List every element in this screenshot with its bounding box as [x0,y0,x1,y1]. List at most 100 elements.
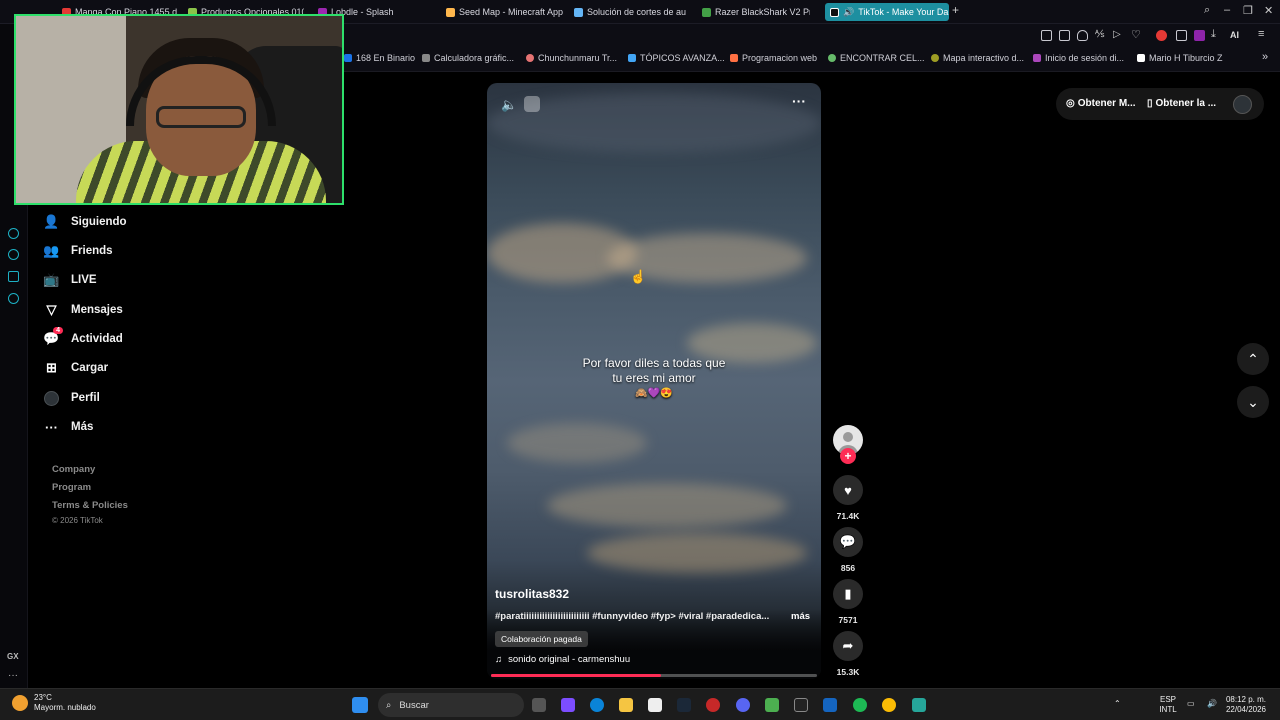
file-explorer-icon[interactable] [619,698,633,712]
bookmark-favicon-icon [1137,54,1145,62]
translate-icon[interactable]: ⅍ [1095,29,1106,40]
bookmark-item[interactable]: Programacion web [730,53,817,63]
minecraft-icon[interactable] [765,698,779,712]
nav-actividad[interactable]: 💬 4 Actividad [43,326,123,350]
task-view-icon[interactable] [532,698,546,712]
extensions-sidebar-icon[interactable] [8,271,19,282]
play-icon[interactable]: ▷ [1113,29,1124,40]
network-icon[interactable]: ▭ [1187,699,1195,709]
settings-icon[interactable] [8,293,19,304]
avatar-head [843,432,853,442]
tab-favicon-icon [574,7,583,17]
copilot-icon[interactable] [561,698,575,712]
weather-widget[interactable]: 23°C Mayorm. nublado [12,693,96,713]
bookmark-item[interactable]: 168 En Binario [344,53,415,63]
tab-4[interactable]: Solución de cortes de auc [574,3,686,21]
windows-start-icon[interactable] [352,697,368,713]
share-count: 15.3K [836,667,860,677]
video-username[interactable]: tusrolitas832 [495,587,569,601]
get-app-button[interactable]: ◎ Obtener M... [1066,98,1136,109]
bookmark-item[interactable]: TÓPICOS AVANZA... [628,53,725,63]
more-options-icon[interactable]: ··· [792,93,806,109]
snapshot-icon[interactable] [1059,30,1070,41]
epic-games-icon[interactable] [794,698,808,712]
nav-mensajes[interactable]: ▽ Mensajes [44,299,123,321]
nav-perfil[interactable]: Perfil [44,387,100,409]
footer-program[interactable]: Program [52,482,91,493]
tab-3[interactable]: Seed Map - Minecraft App [446,3,564,21]
nav-siguiendo[interactable]: 👤 Siguiendo [43,211,126,233]
keyboard-language[interactable]: ESP INTL [1155,695,1181,715]
close-icon[interactable]: ✕ [1264,4,1273,17]
download-icon[interactable]: ⤓ [1211,28,1222,40]
previous-video-button[interactable]: ⌃ [1237,343,1269,375]
nav-mas[interactable]: ··· Más [44,416,93,438]
volume-icon[interactable]: 🔈 [501,97,517,113]
bookmark-item[interactable]: Mapa interactivo d... [931,53,1024,63]
minimize-icon[interactable]: – [1224,4,1230,16]
heart-icon[interactable]: ♡ [1131,28,1142,41]
follow-plus-button[interactable]: + [840,448,856,464]
whatsapp-icon[interactable] [912,698,926,712]
save-button[interactable]: ▮ [833,579,863,609]
discord-icon[interactable] [736,698,750,712]
app-launcher-icon[interactable] [823,698,837,712]
tab-6-active[interactable]: 🔊 TikTok - Make Your Da [825,3,949,21]
extension-purple-icon[interactable] [1194,30,1205,41]
comment-count: 856 [840,563,856,573]
ai-button[interactable]: AI [1230,30,1252,41]
gx-corner-icon[interactable]: GX [7,652,19,661]
opera-gx-icon[interactable] [706,698,720,712]
search-tabs-icon[interactable]: ⌕ [1204,4,1210,17]
paid-collab-badge: Colaboración pagada [495,631,588,647]
shield-icon[interactable] [1077,30,1088,41]
following-icon: 👤 [43,214,60,229]
edge-icon[interactable] [590,698,604,712]
chrome-icon[interactable] [882,698,896,712]
expand-description-link[interactable]: más [791,611,810,622]
new-tab-button[interactable]: + [952,3,959,17]
more-sidebar-icon[interactable]: ··· [8,670,18,681]
nav-live[interactable]: 📺 LIVE [43,269,96,291]
history-icon[interactable] [8,249,19,260]
menu-icon[interactable]: ≡ [1258,28,1269,40]
adblock-icon[interactable] [1156,30,1167,41]
nav-cargar[interactable]: ⊞ Cargar [44,357,108,379]
heart-icon: ♥ [844,482,852,498]
bookmarks-overflow-icon[interactable]: » [1262,51,1268,63]
share-button[interactable]: ➦ [833,631,863,661]
spotify-icon[interactable] [853,698,867,712]
maximize-icon[interactable]: ❐ [1243,4,1253,17]
bookmark-item[interactable]: ENCONTRAR CEL... [828,53,925,63]
tab-5[interactable]: Razer BlackShark V2 Pro [702,3,810,21]
clock[interactable]: 08:12 p. m. 22/04/2026 [1224,695,1268,715]
bookmark-item[interactable]: Chunchunmaru Tr... [526,53,617,63]
player-icon[interactable] [8,228,19,239]
tray-overflow-icon[interactable]: ⌃ [1114,699,1121,709]
video-sound[interactable]: ♫ sonido original - carmenshuu [495,654,630,665]
webcam-overlay [14,14,344,205]
like-button[interactable]: ♥ [833,475,863,505]
video-hashtags[interactable]: #paratiiiiiiiiiiiiiiiiiiiiiiiii #funnyvi… [495,611,795,622]
bookmark-item[interactable]: Inicio de sesión di... [1033,53,1124,63]
store-icon[interactable] [648,698,662,712]
friends-icon: 👥 [43,243,60,258]
bookmark-item[interactable]: Mario H Tiburcio Z [1137,53,1223,63]
taskbar-search[interactable]: ⌕ Buscar [378,693,524,717]
steam-icon[interactable] [677,698,691,712]
footer-terms[interactable]: Terms & Policies [52,500,128,511]
bookmark-item[interactable]: Calculadora gráfic... [422,53,514,63]
bookmark-icon[interactable] [1041,30,1052,41]
video-progress-bar[interactable] [491,674,817,677]
footer-company[interactable]: Company [52,464,95,475]
extensions-icon[interactable] [1176,30,1187,41]
profile-avatar[interactable] [1233,95,1252,114]
next-video-button[interactable]: ⌄ [1237,386,1269,418]
volume-tray-icon[interactable]: 🔊 [1207,699,1217,709]
video-player[interactable]: 🔈 ··· Por favor diles a todas que tu ere… [487,83,821,679]
comment-button[interactable]: 💬 [833,527,863,557]
copyright: © 2026 TikTok [52,516,103,525]
get-mobile-app-button[interactable]: ▯ Obtener la ... [1147,98,1216,109]
nav-friends[interactable]: 👥 Friends [43,240,112,262]
autoscroll-toggle[interactable] [524,96,540,112]
